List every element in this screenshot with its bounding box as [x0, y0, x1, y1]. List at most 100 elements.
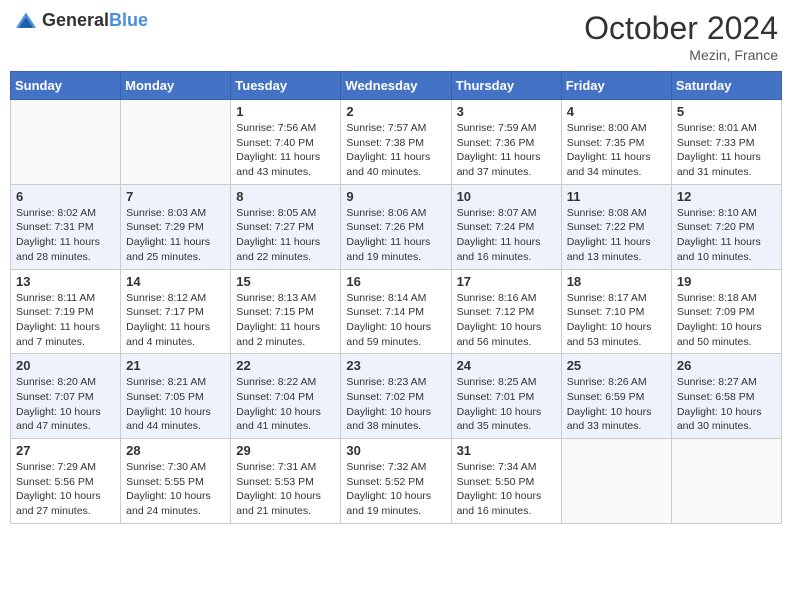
column-header-sunday: Sunday [11, 72, 121, 100]
day-info: Sunrise: 8:12 AMSunset: 7:17 PMDaylight:… [126, 291, 225, 350]
day-number: 9 [346, 189, 445, 204]
calendar-cell: 20Sunrise: 8:20 AMSunset: 7:07 PMDayligh… [11, 354, 121, 439]
day-number: 12 [677, 189, 776, 204]
day-info: Sunrise: 8:07 AMSunset: 7:24 PMDaylight:… [457, 206, 556, 265]
day-info: Sunrise: 7:31 AMSunset: 5:53 PMDaylight:… [236, 460, 335, 519]
day-info: Sunrise: 7:59 AMSunset: 7:36 PMDaylight:… [457, 121, 556, 180]
day-number: 13 [16, 274, 115, 289]
day-number: 6 [16, 189, 115, 204]
day-number: 25 [567, 358, 666, 373]
calendar-cell: 16 Sunrise: 8:14 AMSunset: 7:14 PMDayligh… [341, 269, 451, 354]
calendar-cell: 14 Sunrise: 8:12 AMSunset: 7:17 PMDayligh… [121, 269, 231, 354]
day-info: Sunrise: 8:20 AMSunset: 7:07 PMDaylight:… [16, 375, 115, 434]
day-number: 10 [457, 189, 556, 204]
day-info: Sunrise: 8:23 AMSunset: 7:02 PMDaylight:… [346, 375, 445, 434]
calendar-cell: 27 Sunrise: 7:29 AMSunset: 5:56 PMDayligh… [11, 439, 121, 524]
calendar-cell [671, 439, 781, 524]
day-info: Sunrise: 7:30 AMSunset: 5:55 PMDaylight:… [126, 460, 225, 519]
day-number: 3 [457, 104, 556, 119]
day-number: 28 [126, 443, 225, 458]
calendar: SundayMondayTuesdayWednesdayThursdayFrid… [10, 71, 782, 524]
calendar-cell [121, 100, 231, 185]
calendar-cell [561, 439, 671, 524]
day-number: 24 [457, 358, 556, 373]
day-info: Sunrise: 7:34 AMSunset: 5:50 PMDaylight:… [457, 460, 556, 519]
day-info: Sunrise: 8:01 AMSunset: 7:33 PMDaylight:… [677, 121, 776, 180]
location: Mezin, France [584, 47, 778, 63]
calendar-cell: 13 Sunrise: 8:11 AMSunset: 7:19 PMDayligh… [11, 269, 121, 354]
calendar-cell: 11 Sunrise: 8:08 AMSunset: 7:22 PMDayligh… [561, 184, 671, 269]
calendar-cell: 28 Sunrise: 7:30 AMSunset: 5:55 PMDayligh… [121, 439, 231, 524]
day-number: 23 [346, 358, 445, 373]
day-info: Sunrise: 8:06 AMSunset: 7:26 PMDaylight:… [346, 206, 445, 265]
week-row-2: 6 Sunrise: 8:02 AMSunset: 7:31 PMDaylight… [11, 184, 782, 269]
calendar-cell: 1 Sunrise: 7:56 AMSunset: 7:40 PMDaylight… [231, 100, 341, 185]
calendar-cell [11, 100, 121, 185]
day-info: Sunrise: 8:02 AMSunset: 7:31 PMDaylight:… [16, 206, 115, 265]
calendar-cell: 31Sunrise: 7:34 AMSunset: 5:50 PMDayligh… [451, 439, 561, 524]
day-number: 30 [346, 443, 445, 458]
calendar-cell: 7 Sunrise: 8:03 AMSunset: 7:29 PMDaylight… [121, 184, 231, 269]
header: GeneralBlue October 2024 Mezin, France [10, 10, 782, 63]
day-number: 22 [236, 358, 335, 373]
day-info: Sunrise: 8:14 AMSunset: 7:14 PMDaylight:… [346, 291, 445, 350]
column-header-friday: Friday [561, 72, 671, 100]
day-number: 2 [346, 104, 445, 119]
day-number: 21 [126, 358, 225, 373]
day-info: Sunrise: 7:29 AMSunset: 5:56 PMDaylight:… [16, 460, 115, 519]
calendar-cell: 3 Sunrise: 7:59 AMSunset: 7:36 PMDaylight… [451, 100, 561, 185]
day-info: Sunrise: 8:13 AMSunset: 7:15 PMDaylight:… [236, 291, 335, 350]
logo-text: GeneralBlue [42, 10, 148, 31]
day-number: 7 [126, 189, 225, 204]
calendar-cell: 2 Sunrise: 7:57 AMSunset: 7:38 PMDaylight… [341, 100, 451, 185]
column-header-thursday: Thursday [451, 72, 561, 100]
day-info: Sunrise: 8:22 AMSunset: 7:04 PMDaylight:… [236, 375, 335, 434]
day-info: Sunrise: 8:27 AMSunset: 6:58 PMDaylight:… [677, 375, 776, 434]
day-info: Sunrise: 8:03 AMSunset: 7:29 PMDaylight:… [126, 206, 225, 265]
day-number: 17 [457, 274, 556, 289]
week-row-1: 1 Sunrise: 7:56 AMSunset: 7:40 PMDaylight… [11, 100, 782, 185]
day-info: Sunrise: 7:56 AMSunset: 7:40 PMDaylight:… [236, 121, 335, 180]
day-number: 11 [567, 189, 666, 204]
week-row-5: 27 Sunrise: 7:29 AMSunset: 5:56 PMDayligh… [11, 439, 782, 524]
day-info: Sunrise: 8:26 AMSunset: 6:59 PMDaylight:… [567, 375, 666, 434]
day-number: 27 [16, 443, 115, 458]
day-info: Sunrise: 8:17 AMSunset: 7:10 PMDaylight:… [567, 291, 666, 350]
calendar-cell: 19 Sunrise: 8:18 AMSunset: 7:09 PMDayligh… [671, 269, 781, 354]
day-number: 1 [236, 104, 335, 119]
calendar-cell: 9 Sunrise: 8:06 AMSunset: 7:26 PMDaylight… [341, 184, 451, 269]
calendar-cell: 10 Sunrise: 8:07 AMSunset: 7:24 PMDayligh… [451, 184, 561, 269]
calendar-cell: 23 Sunrise: 8:23 AMSunset: 7:02 PMDayligh… [341, 354, 451, 439]
calendar-cell: 25 Sunrise: 8:26 AMSunset: 6:59 PMDayligh… [561, 354, 671, 439]
day-info: Sunrise: 7:32 AMSunset: 5:52 PMDaylight:… [346, 460, 445, 519]
day-info: Sunrise: 8:11 AMSunset: 7:19 PMDaylight:… [16, 291, 115, 350]
day-number: 4 [567, 104, 666, 119]
day-number: 26 [677, 358, 776, 373]
week-row-3: 13 Sunrise: 8:11 AMSunset: 7:19 PMDayligh… [11, 269, 782, 354]
day-number: 14 [126, 274, 225, 289]
column-header-wednesday: Wednesday [341, 72, 451, 100]
column-header-saturday: Saturday [671, 72, 781, 100]
calendar-cell: 12Sunrise: 8:10 AMSunset: 7:20 PMDayligh… [671, 184, 781, 269]
day-info: Sunrise: 7:57 AMSunset: 7:38 PMDaylight:… [346, 121, 445, 180]
day-number: 19 [677, 274, 776, 289]
calendar-cell: 21 Sunrise: 8:21 AMSunset: 7:05 PMDayligh… [121, 354, 231, 439]
calendar-cell: 30 Sunrise: 7:32 AMSunset: 5:52 PMDayligh… [341, 439, 451, 524]
day-number: 8 [236, 189, 335, 204]
day-info: Sunrise: 8:18 AMSunset: 7:09 PMDaylight:… [677, 291, 776, 350]
day-number: 16 [346, 274, 445, 289]
day-info: Sunrise: 8:00 AMSunset: 7:35 PMDaylight:… [567, 121, 666, 180]
column-header-tuesday: Tuesday [231, 72, 341, 100]
calendar-cell: 18Sunrise: 8:17 AMSunset: 7:10 PMDayligh… [561, 269, 671, 354]
day-info: Sunrise: 8:08 AMSunset: 7:22 PMDaylight:… [567, 206, 666, 265]
day-info: Sunrise: 8:25 AMSunset: 7:01 PMDaylight:… [457, 375, 556, 434]
calendar-cell: 22 Sunrise: 8:22 AMSunset: 7:04 PMDayligh… [231, 354, 341, 439]
day-number: 29 [236, 443, 335, 458]
day-info: Sunrise: 8:21 AMSunset: 7:05 PMDaylight:… [126, 375, 225, 434]
day-number: 5 [677, 104, 776, 119]
calendar-header-row: SundayMondayTuesdayWednesdayThursdayFrid… [11, 72, 782, 100]
calendar-cell: 5 Sunrise: 8:01 AMSunset: 7:33 PMDaylight… [671, 100, 781, 185]
day-info: Sunrise: 8:16 AMSunset: 7:12 PMDaylight:… [457, 291, 556, 350]
calendar-cell: 8Sunrise: 8:05 AMSunset: 7:27 PMDaylight… [231, 184, 341, 269]
calendar-cell: 17 Sunrise: 8:16 AMSunset: 7:12 PMDayligh… [451, 269, 561, 354]
